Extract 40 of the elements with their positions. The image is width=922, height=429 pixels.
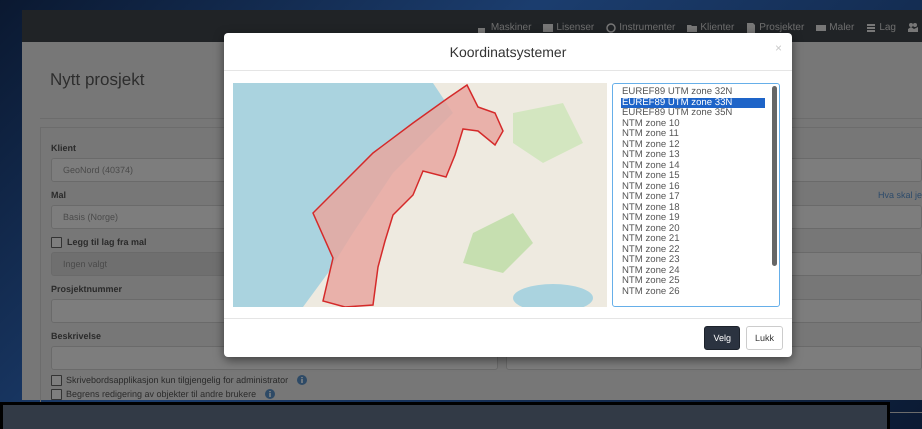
field-label: Legg til lag fra mal [67, 237, 147, 247]
field-label: Mal [51, 190, 66, 200]
scrollbar[interactable] [772, 86, 777, 266]
list-option[interactable]: NTM zone 17 [621, 192, 765, 202]
layers-icon [866, 22, 876, 32]
page-title: Nytt prosjekt [50, 70, 144, 90]
list-option[interactable]: EUREF89 UTM zone 35N [621, 108, 765, 118]
dialog-title: Koordinatsystemer [450, 44, 566, 60]
field-label: Prosjektnummer [51, 284, 122, 294]
list-option[interactable]: NTM zone 14 [621, 160, 765, 171]
list-option[interactable]: NTM zone 24 [621, 266, 765, 276]
checkbox[interactable] [51, 388, 62, 400]
list-option[interactable]: EUREF89 UTM zone 32N [621, 87, 765, 98]
list-option[interactable]: NTM zone 18 [621, 202, 765, 213]
list-option[interactable]: NTM zone 20 [621, 224, 765, 234]
option-label: Skrivebordsapplikasjon kun tilgjengelig for administrator [66, 375, 288, 385]
info-icon[interactable] [297, 375, 308, 385]
option-label: Begrens redigering av objekter til andre brukere [66, 389, 256, 399]
list-option[interactable]: NTM zone 21 [621, 234, 765, 244]
close-button[interactable]: Lukk [746, 326, 783, 350]
gauge-icon [606, 22, 616, 32]
users-icon[interactable] [908, 22, 918, 32]
info-icon[interactable] [265, 389, 276, 399]
list-option[interactable]: NTM zone 13 [621, 150, 765, 160]
list-option[interactable]: NTM zone 25 [621, 276, 765, 286]
list-option[interactable]: NTM zone 12 [621, 140, 765, 150]
select-button[interactable]: Velg [704, 326, 740, 350]
list-option[interactable]: NTM zone 19 [621, 213, 765, 224]
field-label: Klient [51, 143, 76, 153]
list-option[interactable]: NTM zone 26 [621, 286, 765, 297]
list-option[interactable]: NTM zone 22 [621, 244, 765, 255]
list-option[interactable]: NTM zone 11 [621, 129, 765, 140]
list-option[interactable]: NTM zone 10 [621, 118, 765, 129]
card-icon [816, 22, 826, 32]
list-option[interactable]: NTM zone 16 [621, 182, 765, 192]
checkbox[interactable] [51, 374, 62, 386]
field-label: Beskrivelse [51, 331, 102, 341]
list-option[interactable]: NTM zone 15 [621, 171, 765, 182]
list-option[interactable]: NTM zone 23 [621, 255, 765, 266]
list-option[interactable]: EUREF89 UTM zone 33N [621, 98, 765, 108]
